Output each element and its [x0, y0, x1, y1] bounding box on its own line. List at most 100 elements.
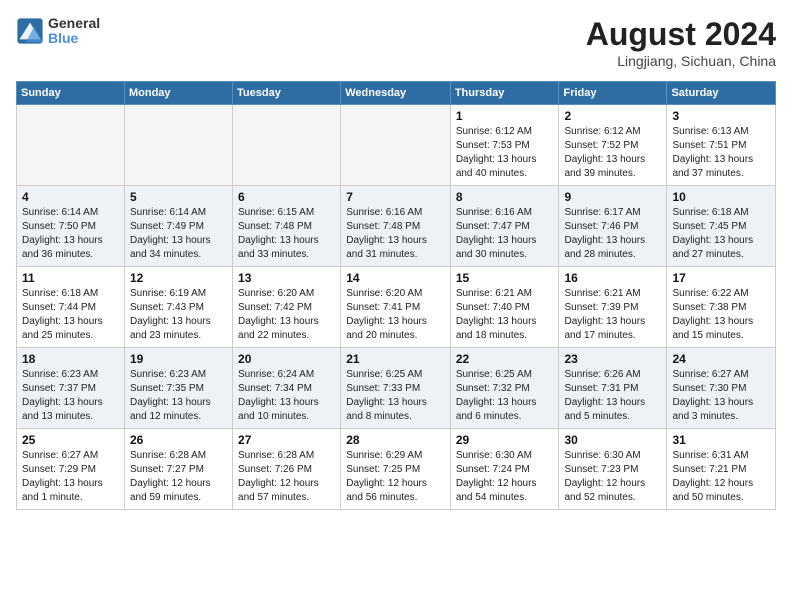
day-number: 4 — [22, 190, 119, 204]
day-info: Sunrise: 6:18 AMSunset: 7:45 PMDaylight:… — [672, 206, 770, 262]
calendar-cell: 11 Sunrise: 6:18 AMSunset: 7:44 PMDayligh… — [17, 267, 125, 348]
calendar-cell: 23 Sunrise: 6:26 AMSunset: 7:31 PMDayligh… — [559, 348, 667, 429]
day-number: 30 — [564, 433, 661, 447]
col-header-friday: Friday — [559, 82, 667, 105]
day-info: Sunrise: 6:12 AMSunset: 7:53 PMDaylight:… — [456, 125, 554, 181]
day-number: 17 — [672, 271, 770, 285]
calendar-cell: 29Sunrise: 6:30 AMSunset: 7:24 PMDayligh… — [450, 429, 559, 510]
calendar-table: SundayMondayTuesdayWednesdayThursdayFrid… — [16, 81, 776, 510]
day-info: Sunrise: 6:15 AMSunset: 7:48 PMDaylight:… — [238, 206, 335, 262]
title-section: August 2024 Lingjiang, Sichuan, China — [586, 16, 776, 69]
calendar-cell — [124, 105, 232, 186]
day-info: Sunrise: 6:14 AMSunset: 7:49 PMDaylight:… — [130, 206, 227, 262]
day-info: Sunrise: 6:25 AMSunset: 7:33 PMDaylight:… — [346, 368, 445, 424]
day-number: 22 — [456, 352, 554, 366]
calendar-cell: 2Sunrise: 6:12 AMSunset: 7:52 PMDaylight… — [559, 105, 667, 186]
logo-icon — [16, 17, 44, 45]
day-number: 5 — [130, 190, 227, 204]
day-info: Sunrise: 6:22 AMSunset: 7:38 PMDaylight:… — [672, 287, 770, 343]
calendar-cell: 20 Sunrise: 6:24 AMSunset: 7:34 PMDayligh… — [233, 348, 341, 429]
day-info: Sunrise: 6:27 AMSunset: 7:29 PMDaylight:… — [22, 449, 119, 505]
calendar-week-1: 1 Sunrise: 6:12 AMSunset: 7:53 PMDaylight… — [17, 105, 776, 186]
day-number: 26 — [130, 433, 227, 447]
day-info: Sunrise: 6:13 AMSunset: 7:51 PMDaylight:… — [672, 125, 770, 181]
day-number: 1 — [456, 109, 554, 123]
day-number: 3 — [672, 109, 770, 123]
day-number: 18 — [22, 352, 119, 366]
col-header-sunday: Sunday — [17, 82, 125, 105]
calendar-cell: 17 Sunrise: 6:22 AMSunset: 7:38 PMDayligh… — [667, 267, 776, 348]
day-number: 13 — [238, 271, 335, 285]
day-number: 12 — [130, 271, 227, 285]
logo-text: General Blue — [48, 16, 100, 47]
day-number: 21 — [346, 352, 445, 366]
calendar-cell — [341, 105, 451, 186]
page-header: General Blue August 2024 Lingjiang, Sich… — [16, 16, 776, 69]
day-info: Sunrise: 6:24 AMSunset: 7:34 PMDaylight:… — [238, 368, 335, 424]
calendar-cell: 7Sunrise: 6:16 AMSunset: 7:48 PMDaylight… — [341, 186, 451, 267]
calendar-cell: 27 Sunrise: 6:28 AMSunset: 7:26 PMDayligh… — [233, 429, 341, 510]
calendar-cell: 30 Sunrise: 6:30 AMSunset: 7:23 PMDayligh… — [559, 429, 667, 510]
calendar-cell: 19 Sunrise: 6:23 AMSunset: 7:35 PMDayligh… — [124, 348, 232, 429]
day-number: 25 — [22, 433, 119, 447]
calendar-cell — [17, 105, 125, 186]
day-info: Sunrise: 6:26 AMSunset: 7:31 PMDaylight:… — [564, 368, 661, 424]
day-info: Sunrise: 6:16 AMSunset: 7:47 PMDaylight:… — [456, 206, 554, 262]
day-info: Sunrise: 6:20 AMSunset: 7:41 PMDaylight:… — [346, 287, 445, 343]
day-number: 27 — [238, 433, 335, 447]
calendar-cell: 3 Sunrise: 6:13 AMSunset: 7:51 PMDaylight… — [667, 105, 776, 186]
calendar-cell: 5 Sunrise: 6:14 AMSunset: 7:49 PMDaylight… — [124, 186, 232, 267]
day-info: Sunrise: 6:19 AMSunset: 7:43 PMDaylight:… — [130, 287, 227, 343]
day-number: 14 — [346, 271, 445, 285]
calendar-cell: 9Sunrise: 6:17 AMSunset: 7:46 PMDaylight… — [559, 186, 667, 267]
day-number: 31 — [672, 433, 770, 447]
day-info: Sunrise: 6:21 AMSunset: 7:39 PMDaylight:… — [564, 287, 661, 343]
calendar-week-3: 11 Sunrise: 6:18 AMSunset: 7:44 PMDayligh… — [17, 267, 776, 348]
day-number: 8 — [456, 190, 554, 204]
col-header-wednesday: Wednesday — [341, 82, 451, 105]
calendar-cell: 26 Sunrise: 6:28 AMSunset: 7:27 PMDayligh… — [124, 429, 232, 510]
calendar-week-4: 18 Sunrise: 6:23 AMSunset: 7:37 PMDayligh… — [17, 348, 776, 429]
calendar-cell: 6Sunrise: 6:15 AMSunset: 7:48 PMDaylight… — [233, 186, 341, 267]
day-number: 20 — [238, 352, 335, 366]
calendar-cell: 25 Sunrise: 6:27 AMSunset: 7:29 PMDayligh… — [17, 429, 125, 510]
calendar-cell: 31 Sunrise: 6:31 AMSunset: 7:21 PMDayligh… — [667, 429, 776, 510]
calendar-cell: 24Sunrise: 6:27 AMSunset: 7:30 PMDayligh… — [667, 348, 776, 429]
day-number: 19 — [130, 352, 227, 366]
calendar-cell: 1 Sunrise: 6:12 AMSunset: 7:53 PMDaylight… — [450, 105, 559, 186]
day-number: 10 — [672, 190, 770, 204]
col-header-tuesday: Tuesday — [233, 82, 341, 105]
day-info: Sunrise: 6:16 AMSunset: 7:48 PMDaylight:… — [346, 206, 445, 262]
calendar-cell: 10 Sunrise: 6:18 AMSunset: 7:45 PMDayligh… — [667, 186, 776, 267]
day-info: Sunrise: 6:14 AMSunset: 7:50 PMDaylight:… — [22, 206, 119, 262]
calendar-cell: 21 Sunrise: 6:25 AMSunset: 7:33 PMDayligh… — [341, 348, 451, 429]
day-info: Sunrise: 6:17 AMSunset: 7:46 PMDaylight:… — [564, 206, 661, 262]
day-info: Sunrise: 6:23 AMSunset: 7:35 PMDaylight:… — [130, 368, 227, 424]
day-info: Sunrise: 6:27 AMSunset: 7:30 PMDaylight:… — [672, 368, 770, 424]
calendar-cell: 13 Sunrise: 6:20 AMSunset: 7:42 PMDayligh… — [233, 267, 341, 348]
calendar-cell: 14 Sunrise: 6:20 AMSunset: 7:41 PMDayligh… — [341, 267, 451, 348]
day-info: Sunrise: 6:29 AMSunset: 7:25 PMDaylight:… — [346, 449, 445, 505]
location: Lingjiang, Sichuan, China — [586, 53, 776, 69]
col-header-saturday: Saturday — [667, 82, 776, 105]
day-info: Sunrise: 6:28 AMSunset: 7:26 PMDaylight:… — [238, 449, 335, 505]
calendar-cell: 16Sunrise: 6:21 AMSunset: 7:39 PMDayligh… — [559, 267, 667, 348]
day-info: Sunrise: 6:30 AMSunset: 7:23 PMDaylight:… — [564, 449, 661, 505]
col-header-monday: Monday — [124, 82, 232, 105]
calendar-cell: 28Sunrise: 6:29 AMSunset: 7:25 PMDayligh… — [341, 429, 451, 510]
day-info: Sunrise: 6:31 AMSunset: 7:21 PMDaylight:… — [672, 449, 770, 505]
day-number: 23 — [564, 352, 661, 366]
col-header-thursday: Thursday — [450, 82, 559, 105]
calendar-week-2: 4 Sunrise: 6:14 AMSunset: 7:50 PMDaylight… — [17, 186, 776, 267]
day-number: 11 — [22, 271, 119, 285]
calendar-cell: 8 Sunrise: 6:16 AMSunset: 7:47 PMDaylight… — [450, 186, 559, 267]
calendar-header-row: SundayMondayTuesdayWednesdayThursdayFrid… — [17, 82, 776, 105]
day-info: Sunrise: 6:28 AMSunset: 7:27 PMDaylight:… — [130, 449, 227, 505]
day-number: 2 — [564, 109, 661, 123]
calendar-cell: 15Sunrise: 6:21 AMSunset: 7:40 PMDayligh… — [450, 267, 559, 348]
day-info: Sunrise: 6:23 AMSunset: 7:37 PMDaylight:… — [22, 368, 119, 424]
calendar-week-5: 25 Sunrise: 6:27 AMSunset: 7:29 PMDayligh… — [17, 429, 776, 510]
day-info: Sunrise: 6:21 AMSunset: 7:40 PMDaylight:… — [456, 287, 554, 343]
day-info: Sunrise: 6:18 AMSunset: 7:44 PMDaylight:… — [22, 287, 119, 343]
day-info: Sunrise: 6:20 AMSunset: 7:42 PMDaylight:… — [238, 287, 335, 343]
